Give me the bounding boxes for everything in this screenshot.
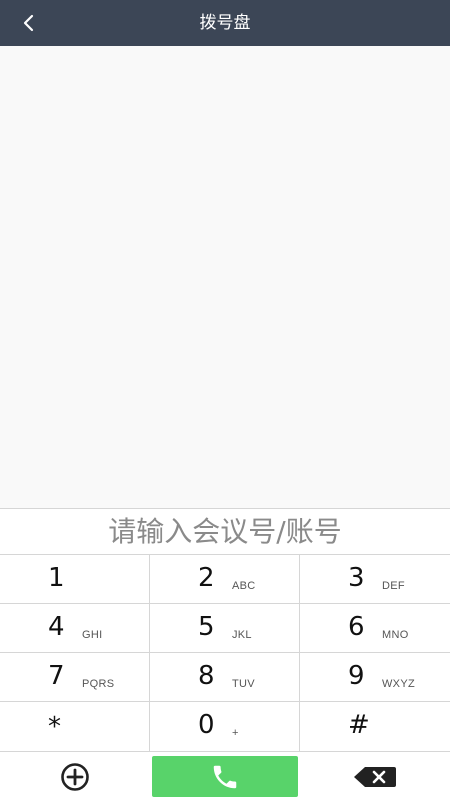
key-hash[interactable]: # bbox=[300, 701, 450, 751]
key-0[interactable]: 0 + bbox=[150, 701, 300, 751]
key-1[interactable]: 1 bbox=[0, 554, 150, 603]
page-title: 拨号盘 bbox=[199, 13, 251, 33]
key-digit: 7 bbox=[48, 661, 65, 691]
key-digit: 0 bbox=[198, 710, 215, 740]
top-bar: 拨号盘 bbox=[0, 0, 450, 46]
key-9[interactable]: 9 WXYZ bbox=[300, 652, 450, 701]
key-digit: 6 bbox=[348, 612, 365, 642]
plus-circle-icon bbox=[61, 763, 89, 791]
key-digit: 9 bbox=[348, 661, 365, 691]
key-digit: 5 bbox=[198, 612, 215, 642]
phone-icon bbox=[213, 765, 237, 788]
key-star[interactable]: * bbox=[0, 701, 150, 751]
key-6[interactable]: 6 MNO bbox=[300, 603, 450, 652]
add-button[interactable] bbox=[58, 762, 92, 792]
delete-button[interactable] bbox=[352, 765, 398, 789]
meeting-number-input[interactable] bbox=[0, 509, 450, 554]
key-letters: PQRS bbox=[82, 678, 115, 690]
key-digit: 3 bbox=[348, 563, 365, 593]
key-3[interactable]: 3 DEF bbox=[300, 554, 450, 603]
key-letters: ABC bbox=[232, 580, 256, 592]
key-letters: + bbox=[232, 727, 239, 739]
key-4[interactable]: 4 GHI bbox=[0, 603, 150, 652]
key-letters: DEF bbox=[382, 580, 405, 592]
dial-keypad: 1 2 ABC 3 DEF 4 GHI 5 JKL 6 MNO 7 PQRS 8… bbox=[0, 554, 450, 751]
key-digit: # bbox=[348, 710, 370, 740]
key-digit: * bbox=[48, 712, 61, 742]
key-digit: 8 bbox=[198, 661, 215, 691]
action-bar bbox=[0, 751, 450, 800]
content-area bbox=[0, 46, 450, 508]
key-letters: TUV bbox=[232, 678, 255, 690]
key-7[interactable]: 7 PQRS bbox=[0, 652, 150, 701]
key-2[interactable]: 2 ABC bbox=[150, 554, 300, 603]
key-5[interactable]: 5 JKL bbox=[150, 603, 300, 652]
key-8[interactable]: 8 TUV bbox=[150, 652, 300, 701]
backspace-icon bbox=[354, 767, 396, 787]
key-letters: MNO bbox=[382, 629, 409, 641]
call-button[interactable] bbox=[152, 756, 298, 797]
key-digit: 2 bbox=[198, 563, 215, 593]
key-letters: JKL bbox=[232, 629, 252, 641]
key-digit: 1 bbox=[48, 563, 65, 593]
key-letters: GHI bbox=[82, 629, 103, 641]
key-letters: WXYZ bbox=[382, 678, 415, 690]
number-input-row bbox=[0, 508, 450, 554]
key-digit: 4 bbox=[48, 612, 65, 642]
